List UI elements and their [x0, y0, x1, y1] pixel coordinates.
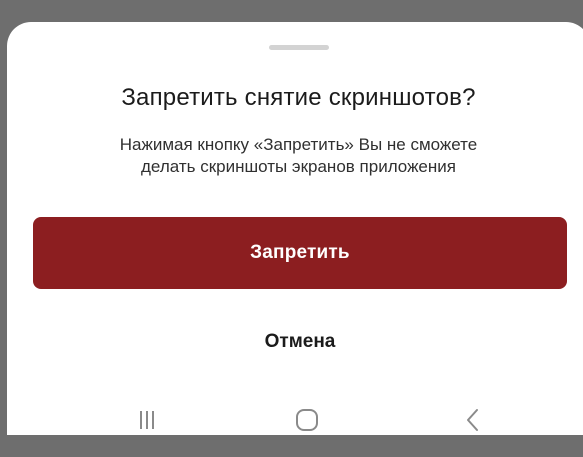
- drag-handle[interactable]: [269, 45, 329, 50]
- home-icon: [296, 409, 318, 431]
- recents-button[interactable]: [117, 400, 177, 440]
- system-navigation-bar: [7, 392, 583, 457]
- cancel-button[interactable]: Отмена: [197, 322, 403, 362]
- back-icon: [467, 409, 478, 431]
- recents-icon: [140, 411, 154, 429]
- cancel-button-label: Отмена: [264, 331, 336, 352]
- bottom-sheet-dialog: Запретить снятие скриншотов? Нажимая кно…: [7, 22, 583, 435]
- confirm-disable-screenshots-button[interactable]: Запретить: [33, 217, 567, 289]
- home-button[interactable]: [277, 400, 337, 440]
- back-button[interactable]: [443, 400, 503, 440]
- confirm-button-label: Запретить: [250, 242, 350, 263]
- dialog-description: Нажимая кнопку «Запретить» Вы не сможете…: [7, 134, 583, 178]
- description-line-2: делать скриншоты экранов приложения: [141, 157, 456, 176]
- dialog-title: Запретить снятие скриншотов?: [121, 84, 476, 111]
- description-line-1: Нажимая кнопку «Запретить» Вы не сможете: [119, 135, 478, 154]
